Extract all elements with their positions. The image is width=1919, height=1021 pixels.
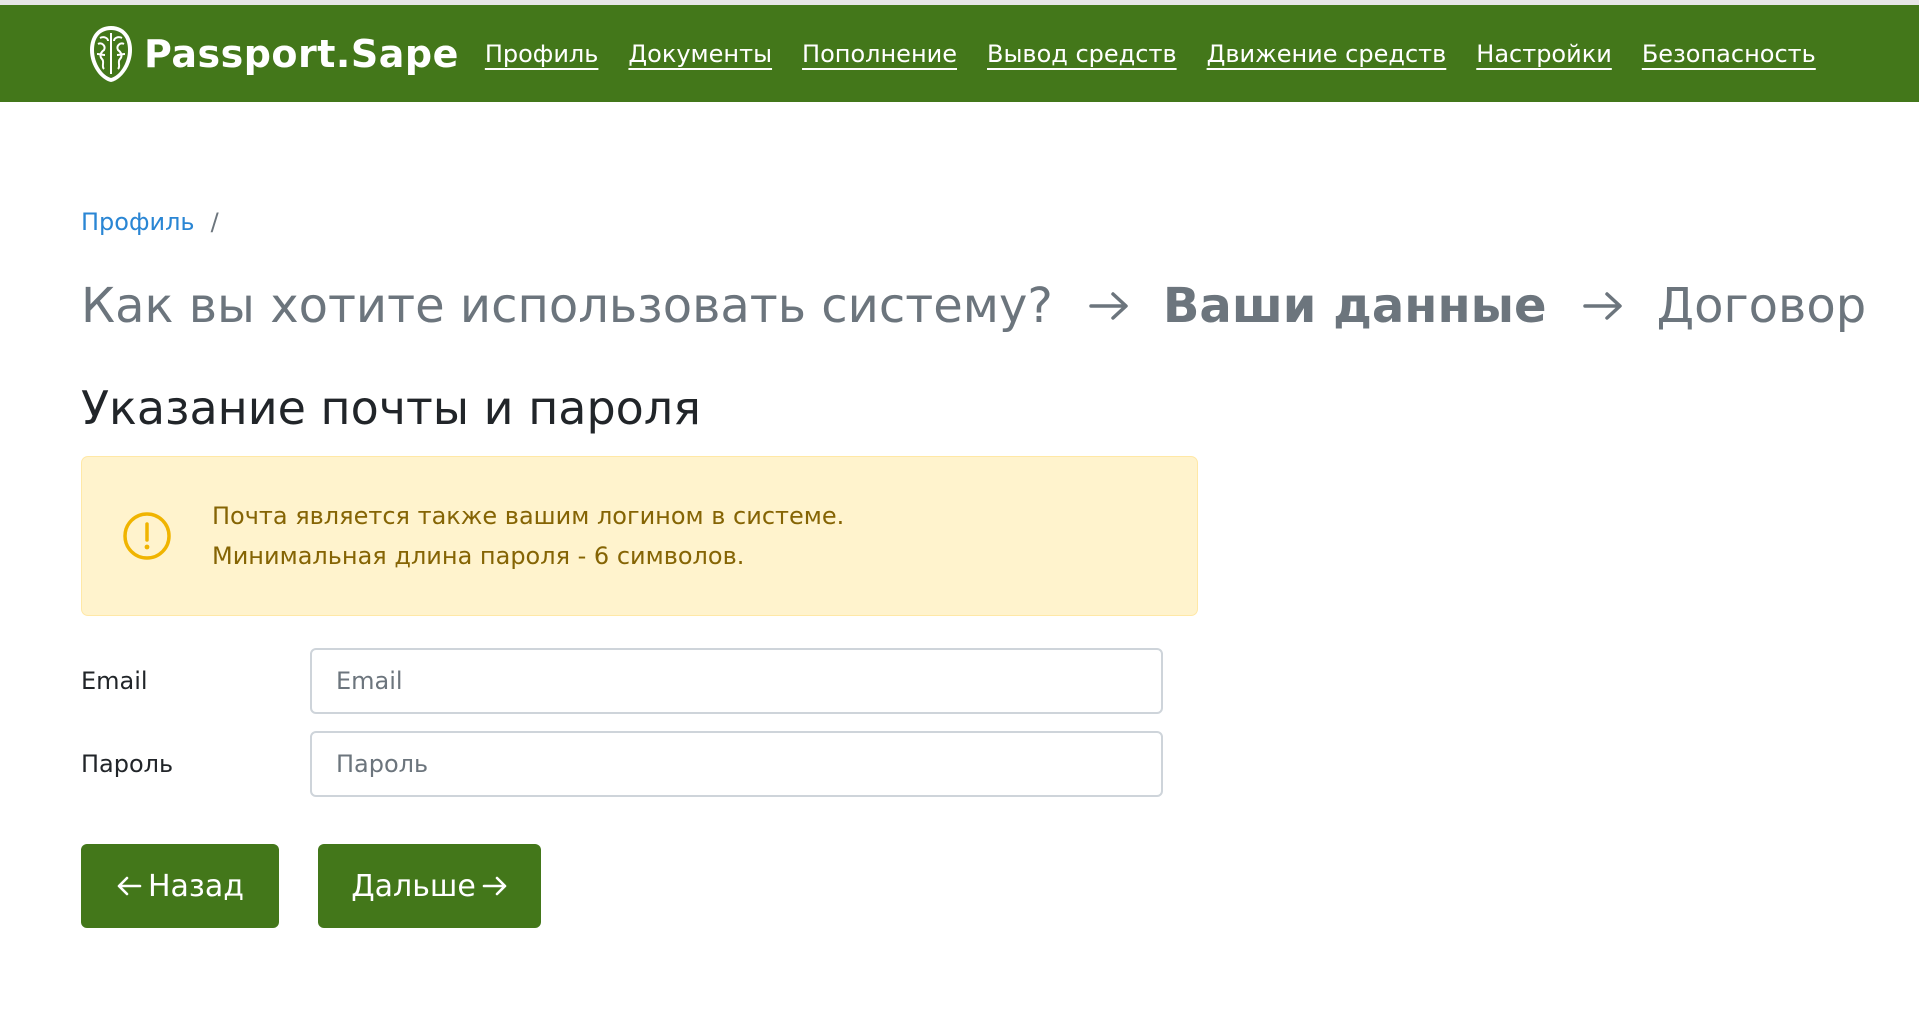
next-button-label: Дальше: [351, 868, 476, 904]
nav-link-settings[interactable]: Настройки: [1476, 40, 1612, 68]
nav-link-transactions[interactable]: Движение средств: [1207, 40, 1447, 68]
arrow-left-icon: [116, 875, 142, 897]
email-field[interactable]: [310, 648, 1163, 714]
form-buttons: Назад Дальше: [81, 844, 1919, 928]
step-your-data: Ваши данные: [1162, 278, 1547, 334]
alert-text: Почта является также вашим логином в сис…: [212, 496, 844, 576]
wizard-steps: Как вы хотите использовать систему? Ваши…: [81, 271, 1919, 341]
next-button[interactable]: Дальше: [318, 844, 541, 928]
brand-name: Passport.Sape: [144, 31, 459, 76]
email-label: Email: [81, 667, 148, 695]
nav-links: Профиль Документы Пополнение Вывод средс…: [485, 40, 1846, 68]
nav-link-profile[interactable]: Профиль: [485, 40, 599, 68]
breadcrumb: Профиль /: [81, 204, 1919, 240]
back-button[interactable]: Назад: [81, 844, 279, 928]
step-contract: Договор: [1656, 278, 1867, 334]
email-row: Email: [81, 648, 1919, 714]
alert-line-password: Минимальная длина пароля - 6 символов.: [212, 542, 745, 570]
top-navbar: Passport.Sape Профиль Документы Пополнен…: [0, 5, 1919, 102]
arrow-right-icon: [482, 875, 508, 897]
info-alert: Почта является также вашим логином в сис…: [81, 456, 1198, 616]
nav-link-withdraw[interactable]: Вывод средств: [987, 40, 1177, 68]
breadcrumb-link-profile[interactable]: Профиль: [81, 208, 195, 236]
arrow-right-icon: [1582, 291, 1623, 321]
section-title: Указание почты и пароля: [81, 381, 701, 435]
back-button-label: Назад: [147, 868, 245, 904]
breadcrumb-separator: /: [210, 208, 219, 236]
main-content: Профиль / Как вы хотите использовать сис…: [0, 102, 1919, 928]
brand[interactable]: Passport.Sape: [88, 24, 459, 84]
password-row: Пароль: [81, 731, 1919, 797]
nav-link-deposit[interactable]: Пополнение: [802, 40, 957, 68]
nav-link-security[interactable]: Безопасность: [1642, 40, 1816, 68]
password-field[interactable]: [310, 731, 1163, 797]
arrow-right-icon: [1089, 291, 1129, 321]
alert-line-login: Почта является также вашим логином в сис…: [212, 502, 845, 530]
warning-circle-icon: [122, 511, 172, 561]
brain-icon: [88, 24, 134, 84]
nav-link-documents[interactable]: Документы: [628, 40, 772, 68]
password-label: Пароль: [81, 750, 174, 778]
step-usage: Как вы хотите использовать систему?: [81, 278, 1053, 334]
